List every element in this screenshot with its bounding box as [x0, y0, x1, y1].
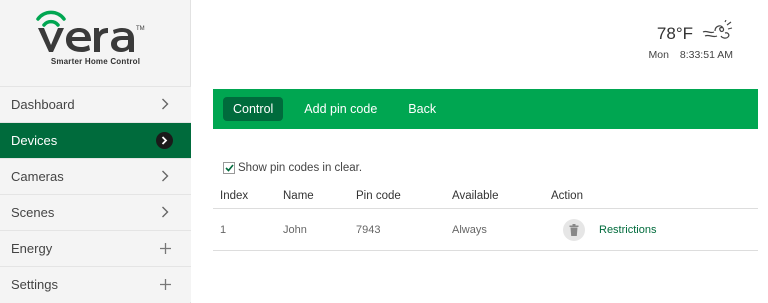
sidebar-item-label: Devices: [11, 133, 58, 148]
sidebar-item-label: Energy: [11, 241, 53, 256]
sidebar-item-devices[interactable]: Devices: [0, 122, 191, 158]
cell-pin-code: 7943: [356, 223, 381, 236]
sidebar-item-energy[interactable]: Energy: [0, 230, 191, 266]
vera-logo-icon: TM: [36, 10, 145, 52]
add-pin-code-button[interactable]: Add pin code: [294, 97, 387, 121]
sidebar-item-dashboard[interactable]: Dashboard: [0, 86, 191, 122]
table-row: 1 John 7943 Always Restrictions: [213, 209, 758, 251]
temperature: 78°F: [656, 23, 693, 43]
sidebar-item-cameras[interactable]: Cameras: [0, 158, 191, 194]
device-toolbar: Control Add pin code Back: [213, 89, 758, 129]
cell-name: John: [283, 223, 307, 236]
column-header-name: Name: [283, 189, 314, 202]
back-button[interactable]: Back: [398, 97, 446, 121]
sidebar-item-label: Scenes: [11, 205, 55, 220]
day-label: Mon: [648, 49, 669, 61]
chevron-right-circle-icon: [156, 132, 173, 149]
vera-logo[interactable]: TM Smarter Home Control: [0, 0, 191, 86]
date-time: Mon 8:33:51 AM: [649, 49, 733, 61]
column-header-pin-code: Pin code: [356, 189, 401, 202]
restrictions-link[interactable]: Restrictions: [599, 224, 656, 236]
plus-icon: [157, 274, 173, 295]
sidebar-nav: Dashboard Devices Cameras Scenes Energy: [0, 86, 191, 302]
logo-tagline: Smarter Home Control: [50, 57, 141, 66]
plus-icon: [157, 238, 173, 259]
chevron-right-icon: [157, 169, 173, 185]
cell-available: Always: [452, 223, 487, 236]
time-label: 8:33:51 AM: [679, 49, 733, 61]
control-tab[interactable]: Control: [223, 97, 284, 121]
show-pin-label: Show pin codes in clear.: [238, 162, 363, 174]
sidebar-item-scenes[interactable]: Scenes: [0, 194, 191, 230]
checkmark-icon: [224, 164, 234, 172]
column-header-available: Available: [452, 189, 499, 202]
cell-index: 1: [220, 223, 227, 236]
column-header-index: Index: [220, 189, 249, 202]
delete-pin-button[interactable]: [563, 218, 585, 241]
chevron-right-icon: [157, 205, 173, 221]
sidebar: TM Smarter Home Control Dashboard Device…: [0, 0, 191, 303]
chevron-right-icon: [157, 97, 173, 113]
show-pin-codes-option[interactable]: Show pin codes in clear.: [223, 162, 362, 174]
show-pin-checkbox[interactable]: [223, 162, 235, 174]
sidebar-item-label: Cameras: [11, 169, 64, 184]
table-header-row: Index Name Pin code Available Action: [213, 183, 758, 209]
sidebar-item-settings[interactable]: Settings: [0, 266, 191, 302]
sidebar-item-label: Settings: [11, 277, 58, 292]
weather-widget: 78°F: [656, 19, 733, 47]
cell-action: Restrictions: [551, 218, 758, 241]
svg-text:TM: TM: [136, 26, 145, 32]
column-header-action: Action: [551, 189, 583, 202]
sidebar-item-label: Dashboard: [11, 97, 75, 112]
windy-weather-icon: [701, 19, 733, 47]
trash-icon: [569, 223, 579, 236]
pin-code-table: Index Name Pin code Available Action 1 J…: [213, 183, 758, 251]
